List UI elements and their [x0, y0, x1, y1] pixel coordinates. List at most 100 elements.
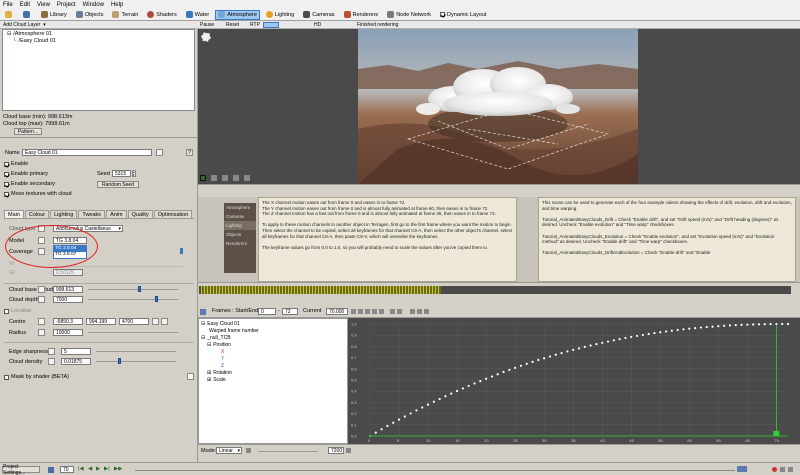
track-y[interactable]: Y: [221, 356, 224, 362]
viewport-tool-icon-5[interactable]: [244, 175, 250, 181]
curve-graph[interactable]: 1.00.90.80.70.60.50.40.30.20.10.0 0 5 10 15…: [348, 318, 800, 444]
cloud-density-slider[interactable]: [96, 361, 176, 362]
open-icon[interactable]: [2, 10, 17, 20]
collapse-icon[interactable]: ⊟: [201, 335, 205, 341]
name-input[interactable]: Easy Cloud 01: [22, 149, 152, 156]
rtp-options-icon[interactable]: [263, 21, 279, 29]
dynamic-layout-checkbox[interactable]: [440, 12, 446, 17]
cloud-depth-input[interactable]: 7000: [53, 296, 83, 303]
keyframe-add-icon[interactable]: [351, 309, 356, 314]
viewport-tool-icon-1[interactable]: [200, 175, 206, 181]
collapse-icon[interactable]: ⊟: [201, 321, 205, 327]
toolbar-node-network[interactable]: Node Network: [384, 10, 434, 20]
graph-zoom-slider[interactable]: [258, 451, 318, 452]
timeline-scrubber[interactable]: [135, 470, 735, 471]
centre-z-input[interactable]: 4700: [119, 318, 149, 325]
toolbar-atmosphere[interactable]: Atmosphere: [215, 9, 260, 20]
edge-sharpness-link-icon[interactable]: [48, 348, 55, 355]
save-icon[interactable]: [20, 10, 35, 20]
mode-option-icon[interactable]: [246, 448, 251, 453]
help-button[interactable]: ?: [186, 149, 193, 156]
render-viewport[interactable]: [198, 29, 800, 184]
graph-snap-icon[interactable]: [410, 309, 415, 314]
menu-file[interactable]: File: [3, 2, 13, 8]
first-frame-icon[interactable]: |◀: [78, 466, 84, 472]
scene-list-item-objects[interactable]: Objects: [224, 230, 256, 239]
localise-row[interactable]: Localise: [4, 308, 31, 314]
keyframe-remove-icon[interactable]: [358, 309, 363, 314]
radius-input[interactable]: 10000: [53, 329, 83, 336]
toolbar-shaders[interactable]: Shaders: [144, 10, 180, 20]
graph-lock-icon[interactable]: [417, 309, 422, 314]
add-cloud-layer-button[interactable]: Add Cloud Layer ▾: [3, 21, 46, 29]
cloud-base-altitude-input[interactable]: 998.613: [53, 286, 83, 293]
centre-x-input[interactable]: -5850.3: [53, 318, 83, 325]
edge-sharpness-slider[interactable]: [96, 351, 176, 352]
mask-link-icon[interactable]: [187, 373, 194, 380]
graph-options-icon[interactable]: [424, 309, 429, 314]
project-settings-button[interactable]: Project Settings...: [2, 464, 40, 475]
cloud-base-slider-knob[interactable]: [138, 286, 141, 292]
menu-help[interactable]: Help: [111, 2, 123, 8]
graph-fit-icon[interactable]: [390, 309, 395, 314]
toolbar-water[interactable]: Water: [183, 10, 212, 20]
track-warped[interactable]: Warped frame number: [209, 328, 259, 334]
cloud-density-link-icon[interactable]: [48, 358, 55, 365]
expand-icon[interactable]: ⊞: [207, 370, 211, 376]
collapse-icon[interactable]: ⊟: [207, 342, 211, 348]
keyframe-icon[interactable]: [48, 467, 54, 473]
mask-checkbox[interactable]: [4, 374, 9, 380]
enable-secondary-checkbox[interactable]: [4, 181, 9, 187]
centre-menu-icon[interactable]: [161, 318, 168, 325]
radius-slider[interactable]: [88, 332, 178, 333]
graph-end-input[interactable]: 7200: [328, 447, 344, 454]
frame-input[interactable]: 70: [60, 466, 74, 473]
cloud-base-link-icon[interactable]: [38, 286, 45, 293]
expand-icon[interactable]: ⊟: [7, 31, 11, 37]
toolbar-library[interactable]: Library: [38, 10, 70, 20]
toolbar-lighting[interactable]: Lighting: [263, 10, 297, 20]
random-seed-button[interactable]: Random Seed: [97, 181, 139, 188]
start-frame-input[interactable]: 0: [258, 308, 276, 315]
tree-item-atmosphere[interactable]: ⊟/Atmosphere 01: [7, 31, 52, 37]
coverage-slider-knob[interactable]: [180, 248, 183, 254]
graph-end-option-icon[interactable]: [346, 448, 351, 453]
reset-button[interactable]: Reset: [226, 21, 239, 29]
play-icon[interactable]: ▶: [96, 466, 100, 472]
localise-checkbox[interactable]: [4, 308, 9, 314]
cloud-density-slider-knob[interactable]: [118, 358, 121, 364]
enable-checkbox[interactable]: [4, 161, 9, 167]
cloud-depth-slider-knob[interactable]: [155, 296, 158, 302]
name-options-icon[interactable]: [156, 149, 163, 156]
pattern-button[interactable]: Pattern...: [14, 128, 42, 135]
tab-lighting[interactable]: Lighting: [50, 210, 78, 218]
menu-edit[interactable]: Edit: [20, 2, 30, 8]
rtp-button[interactable]: RTP: [250, 21, 260, 29]
viewport-gear-icon[interactable]: [201, 32, 211, 42]
expand-icon[interactable]: ⊞: [207, 377, 211, 383]
last-frame-icon[interactable]: ▶▶: [114, 466, 122, 472]
track-z[interactable]: Z: [221, 363, 224, 369]
menu-window[interactable]: Window: [83, 2, 104, 8]
viewport-tool-icon-3[interactable]: [222, 175, 228, 181]
menu-view[interactable]: View: [37, 2, 50, 8]
track-root[interactable]: ⊟ Easy Cloud 01: [201, 321, 240, 327]
tab-anim[interactable]: Anim: [106, 210, 127, 218]
keyframe-prev-icon[interactable]: [365, 309, 370, 314]
scene-list-item-lighting[interactable]: Lighting: [224, 221, 256, 230]
scene-list-item-cameras[interactable]: Cameras: [224, 212, 256, 221]
keyframe-next-icon[interactable]: [372, 309, 377, 314]
graph-zoom-icon[interactable]: [397, 309, 402, 314]
toolbar-cameras[interactable]: Cameras: [300, 10, 337, 20]
seed-spinner[interactable]: ▴ ▾: [132, 170, 136, 177]
viewport-tool-icon-4[interactable]: [233, 175, 239, 181]
anim-settings-icon[interactable]: [200, 309, 206, 315]
cloud-depth-slider[interactable]: [88, 299, 178, 300]
seed-input[interactable]: 5315: [112, 170, 131, 177]
tree-item-easy-cloud[interactable]: └/Easy Cloud 01: [13, 38, 56, 44]
radius-link-icon[interactable]: [38, 329, 45, 336]
tab-quality[interactable]: Quality: [127, 210, 153, 218]
prev-frame-icon[interactable]: ◀: [88, 466, 92, 472]
pause-button[interactable]: Pause: [200, 21, 214, 29]
record-icon[interactable]: [772, 467, 777, 472]
